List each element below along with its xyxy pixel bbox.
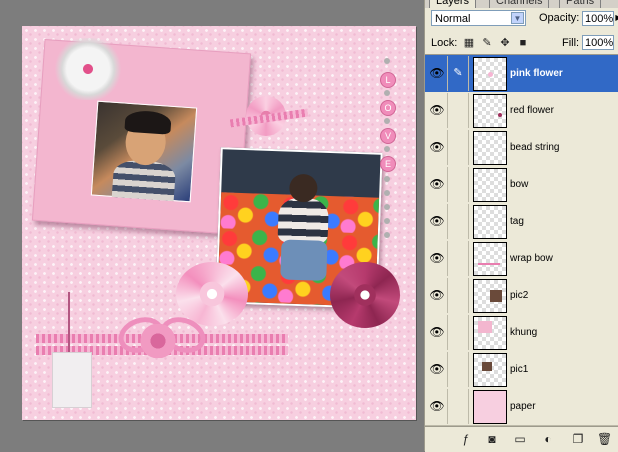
eye-icon[interactable]: 👁 <box>427 130 448 165</box>
layer-thumbnail <box>473 242 507 276</box>
eye-icon[interactable]: 👁 <box>427 56 448 91</box>
layer-thumbnail <box>473 168 507 202</box>
link-cell[interactable] <box>448 278 469 313</box>
layer-name: khung <box>510 327 538 338</box>
link-cell[interactable] <box>448 130 469 165</box>
layers-panel: Layers Channels Paths Normal ▼ Opacity: … <box>424 0 618 452</box>
eye-icon[interactable]: 👁 <box>427 167 448 202</box>
link-cell[interactable] <box>448 167 469 202</box>
layer-name: wrap bow <box>510 253 553 264</box>
blend-mode-select[interactable]: Normal ▼ <box>431 10 526 26</box>
layer-row[interactable]: 👁 red flower <box>425 92 618 130</box>
link-cell[interactable] <box>448 241 469 276</box>
eye-icon[interactable]: 👁 <box>427 315 448 350</box>
trash-icon[interactable]: 🗑 <box>597 432 612 446</box>
lock-all-icon[interactable]: ■ <box>517 37 529 49</box>
link-cell[interactable] <box>448 352 469 387</box>
lock-transparent-icon[interactable]: ▦ <box>463 37 475 49</box>
layer-name: tag <box>510 216 524 227</box>
layer-thumbnail <box>473 353 507 387</box>
fill-label: Fill: <box>562 37 580 49</box>
eye-icon[interactable]: 👁 <box>427 278 448 313</box>
layer-row[interactable]: 👁 khung <box>425 314 618 352</box>
tag-string <box>68 292 70 352</box>
link-cell[interactable] <box>448 93 469 128</box>
eye-icon[interactable]: 👁 <box>427 241 448 276</box>
layer-row[interactable]: 👁 paper <box>425 388 618 426</box>
chevron-down-icon: ▼ <box>511 12 524 24</box>
layer-row[interactable]: 👁 bow <box>425 166 618 204</box>
white-flower-decoration <box>52 38 124 100</box>
layer-name: pink flower <box>510 68 563 79</box>
layer-name: pic1 <box>510 364 529 375</box>
photo-pic1 <box>90 100 198 203</box>
layer-thumbnail <box>473 94 507 128</box>
layer-name: bead string <box>510 142 560 153</box>
layer-row[interactable]: 👁 bead string <box>425 129 618 167</box>
layer-name: paper <box>510 401 536 412</box>
layer-thumbnail <box>473 131 507 165</box>
opacity-arrow-icon[interactable]: ▶ <box>614 11 618 25</box>
eye-icon[interactable]: 👁 <box>427 352 448 387</box>
eye-icon[interactable]: 👁 <box>427 93 448 128</box>
link-cell[interactable] <box>448 389 469 424</box>
layer-thumbnail <box>473 390 507 424</box>
adjustment-icon[interactable]: ◐ <box>541 432 555 446</box>
layer-thumbnail <box>473 205 507 239</box>
lock-label: Lock: <box>431 37 458 49</box>
lock-move-icon[interactable]: ✥ <box>499 37 511 49</box>
red-flower <box>330 262 400 328</box>
layer-name: pic2 <box>510 290 529 301</box>
pink-flower-large <box>176 262 248 326</box>
layer-row[interactable]: 👁 pic1 <box>425 351 618 389</box>
brush-icon: ✎ <box>448 56 469 91</box>
layer-row[interactable]: 👁 wrap bow <box>425 240 618 278</box>
layer-thumbnail <box>473 316 507 350</box>
layer-name: bow <box>510 179 529 190</box>
document-canvas[interactable]: L O V E <box>0 0 424 451</box>
opacity-field[interactable]: 100% <box>582 11 614 26</box>
link-cell[interactable] <box>448 315 469 350</box>
layer-row[interactable]: 👁 tag <box>425 203 618 241</box>
tag <box>52 352 92 408</box>
layer-thumbnail <box>473 279 507 313</box>
layer-name: red flower <box>510 105 554 116</box>
tab-layers[interactable]: Layers <box>429 0 477 8</box>
layer-style-icon[interactable]: ƒ <box>459 432 473 446</box>
link-cell[interactable] <box>448 204 469 239</box>
opacity-label: Opacity: <box>539 12 580 24</box>
panel-tabs: Layers Channels Paths <box>425 0 618 8</box>
new-layer-icon[interactable]: ❐ <box>571 432 585 446</box>
layers-list: 👁 ✎ pink flower 👁 red flower 👁 bead stri… <box>425 54 618 427</box>
bow <box>140 324 176 358</box>
mask-icon[interactable]: ◙ <box>485 432 499 446</box>
layer-row[interactable]: 👁 pic2 <box>425 277 618 315</box>
layer-thumbnail <box>473 57 507 91</box>
lock-brush-icon[interactable]: ✎ <box>481 37 493 49</box>
tab-paths[interactable]: Paths <box>559 0 602 8</box>
layer-row[interactable]: 👁 ✎ pink flower <box>425 55 618 93</box>
folder-icon[interactable]: ▭ <box>513 432 527 446</box>
layers-bottom-toolbar: ƒ ◙ ▭ ◐ ❐ 🗑 <box>425 426 618 452</box>
eye-icon[interactable]: 👁 <box>427 389 448 424</box>
tab-channels[interactable]: Channels <box>489 0 550 8</box>
eye-icon[interactable]: 👁 <box>427 204 448 239</box>
fill-field[interactable]: 100% <box>582 35 614 50</box>
